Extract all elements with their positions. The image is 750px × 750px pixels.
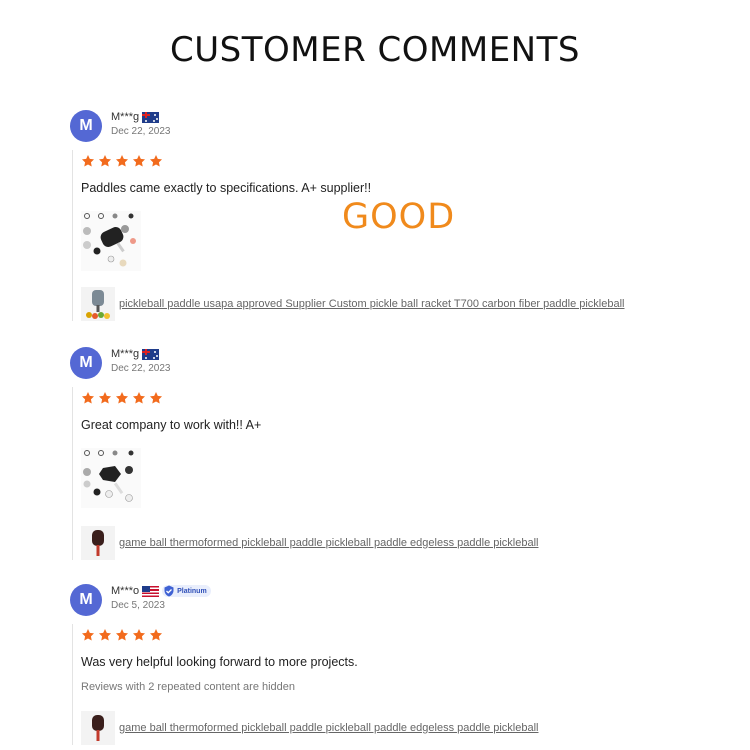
reviewer-name: M***o bbox=[111, 585, 140, 597]
star-icon bbox=[81, 629, 95, 641]
product-row: game ball thermoformed pickleball paddle… bbox=[81, 711, 710, 745]
star-icon bbox=[98, 155, 112, 167]
star-icon bbox=[132, 392, 146, 404]
star-rating bbox=[81, 387, 710, 406]
review-date: Dec 22, 2023 bbox=[111, 126, 171, 137]
page-title: CUSTOMER COMMENTS bbox=[170, 30, 580, 70]
reviewer-info: M***g bbox=[111, 110, 160, 124]
review-date: Dec 22, 2023 bbox=[111, 363, 171, 374]
review-photo[interactable] bbox=[81, 211, 141, 271]
review-photo[interactable] bbox=[81, 448, 141, 508]
review-header: M M***o Platinum Dec 5, 2023 bbox=[70, 584, 710, 616]
usa-flag-icon bbox=[142, 585, 160, 597]
product-thumbnail[interactable] bbox=[81, 526, 115, 560]
reviewer-name: M***g bbox=[111, 348, 140, 360]
reviewer-name: M***g bbox=[111, 111, 140, 123]
verified-shield-icon bbox=[164, 585, 174, 597]
product-thumbnail[interactable] bbox=[81, 711, 115, 745]
star-rating bbox=[81, 150, 710, 169]
star-rating bbox=[81, 624, 710, 643]
star-icon bbox=[115, 629, 129, 641]
star-icon bbox=[132, 629, 146, 641]
review-card: M M***g Dec 22, 2023 Great company to wo… bbox=[70, 347, 710, 560]
avatar: M bbox=[70, 584, 102, 616]
good-overlay-text: GOOD bbox=[342, 197, 456, 237]
review-comment: Was very helpful looking forward to more… bbox=[81, 655, 358, 669]
platinum-badge: Platinum bbox=[162, 585, 211, 597]
hidden-reviews-note: Reviews with 2 repeated content are hidd… bbox=[81, 681, 296, 693]
product-row: pickleball paddle usapa approved Supplie… bbox=[81, 287, 710, 321]
product-link[interactable]: pickleball paddle usapa approved Supplie… bbox=[119, 298, 625, 310]
review-header: M M***g Dec 22, 2023 bbox=[70, 347, 710, 379]
review-body: Was very helpful looking forward to more… bbox=[72, 624, 710, 745]
avatar: M bbox=[70, 347, 102, 379]
star-icon bbox=[115, 392, 129, 404]
star-icon bbox=[81, 155, 95, 167]
review-comment: Great company to work with!! A+ bbox=[81, 418, 262, 432]
star-icon bbox=[132, 155, 146, 167]
star-icon bbox=[98, 629, 112, 641]
reviewer-info: M***g bbox=[111, 347, 160, 361]
product-link[interactable]: game ball thermoformed pickleball paddle… bbox=[119, 722, 538, 734]
australia-flag-icon bbox=[142, 111, 160, 123]
review-card: M M***o Platinum Dec 5, 2023 Was very he… bbox=[70, 584, 710, 745]
star-icon bbox=[81, 392, 95, 404]
avatar: M bbox=[70, 110, 102, 142]
star-icon bbox=[149, 155, 163, 167]
review-header: M M***g Dec 22, 2023 bbox=[70, 110, 710, 142]
star-icon bbox=[115, 155, 129, 167]
product-link[interactable]: game ball thermoformed pickleball paddle… bbox=[119, 537, 538, 549]
review-comment: Paddles came exactly to specifications. … bbox=[81, 181, 372, 195]
star-icon bbox=[98, 392, 112, 404]
reviewer-info: M***o Platinum bbox=[111, 584, 211, 598]
australia-flag-icon bbox=[142, 348, 160, 360]
star-icon bbox=[149, 629, 163, 641]
review-body: Great company to work with!! A+ game bal… bbox=[72, 387, 710, 560]
product-row: game ball thermoformed pickleball paddle… bbox=[81, 526, 710, 560]
badge-label: Platinum bbox=[177, 587, 207, 595]
star-icon bbox=[149, 392, 163, 404]
product-thumbnail[interactable] bbox=[81, 287, 115, 321]
review-date: Dec 5, 2023 bbox=[111, 600, 165, 611]
